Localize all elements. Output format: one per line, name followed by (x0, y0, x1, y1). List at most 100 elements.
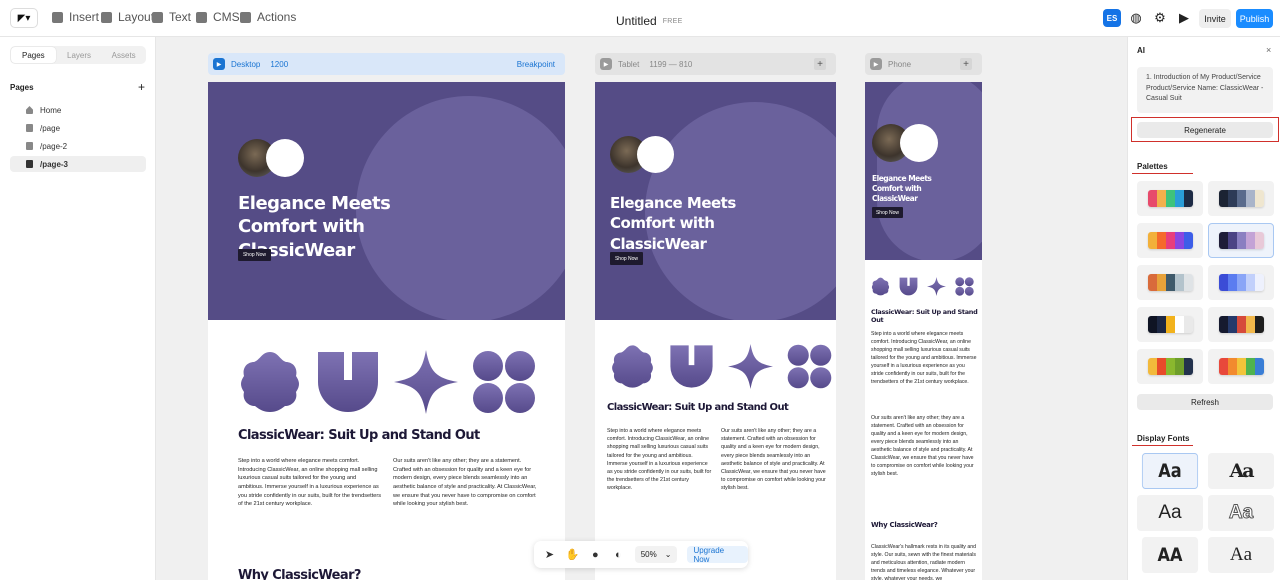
page-item-page[interactable]: /page (10, 120, 146, 136)
tool-label: Layout (118, 10, 155, 24)
hero-logo (872, 124, 938, 162)
intro-paragraph: Step into a world where elegance meets c… (871, 331, 977, 386)
shop-now-button[interactable]: Shop Now (610, 252, 643, 265)
palette-option-8[interactable] (1208, 307, 1274, 342)
tablet-breakpoint-header[interactable]: ▶ Tablet 1199 — 810 + (595, 53, 836, 75)
cms-tool[interactable]: CMS (196, 10, 240, 24)
globe-icon[interactable]: ◍ (1129, 10, 1143, 25)
actions-tool[interactable]: Actions (240, 10, 296, 24)
gear-icon[interactable]: ⚙ (1153, 10, 1167, 25)
color-swatch (1254, 190, 1264, 207)
add-page-button[interactable]: + (138, 80, 145, 94)
file-icon (26, 124, 33, 132)
hand-icon[interactable]: ✋ (566, 548, 580, 561)
breakpoint-name: Phone (888, 59, 912, 69)
tablet-frame[interactable]: Elegance Meets Comfort with ClassicWear … (595, 82, 836, 580)
hero-title: Elegance Meets Comfort with ClassicWear (610, 194, 736, 253)
tab-layers[interactable]: Layers (57, 46, 102, 64)
shape-row (871, 277, 974, 296)
user-avatar[interactable]: ES (1103, 9, 1121, 27)
palette-option-1[interactable] (1137, 181, 1203, 216)
close-icon[interactable]: × (1266, 45, 1271, 55)
breakpoint-button[interactable]: Breakpoint (517, 60, 555, 69)
tool-label: Actions (257, 10, 297, 24)
desktop-frame[interactable]: Elegance Meets Comfort with ClassicWear … (208, 82, 565, 580)
color-swatch (1245, 316, 1255, 333)
cursor-icon[interactable]: ➤ (543, 548, 556, 561)
font-option-4[interactable]: Aa (1208, 495, 1274, 531)
tab-pages[interactable]: Pages (11, 47, 56, 63)
color-swatch (1218, 190, 1228, 207)
design-canvas[interactable]: ▶ Desktop 1200 Breakpoint ▶ Tablet 1199 … (156, 37, 1127, 580)
publish-button[interactable]: Publish (1236, 9, 1273, 28)
text-icon (152, 11, 163, 23)
hero-section[interactable]: Elegance Meets Comfort with ClassicWear … (595, 82, 836, 320)
fonts-heading: Display Fonts (1137, 434, 1190, 443)
left-panel: Pages Layers Assets Pages + Home /page /… (0, 37, 156, 580)
document-title[interactable]: Untitled FREE (616, 14, 683, 28)
palette-option-3[interactable] (1137, 223, 1203, 258)
font-option-1[interactable]: Aa (1141, 453, 1199, 489)
color-swatch (1147, 316, 1157, 333)
framer-menu-button[interactable]: ◤▾ (10, 8, 38, 28)
palette-option-7[interactable] (1137, 307, 1203, 342)
color-swatch (1236, 232, 1246, 249)
palette-option-10[interactable] (1208, 349, 1274, 384)
regenerate-button[interactable]: Regenerate (1137, 122, 1273, 138)
add-breakpoint-button[interactable]: + (960, 58, 972, 70)
color-swatch (1236, 274, 1246, 291)
palette-option-6[interactable] (1208, 265, 1274, 300)
insert-tool[interactable]: Insert (52, 10, 99, 24)
color-swatch (1227, 316, 1237, 333)
font-option-2[interactable]: Aa (1208, 453, 1274, 489)
hero-section[interactable]: Elegance Meets Comfort with ClassicWear … (208, 82, 565, 320)
zoom-select[interactable]: 50% ⌄ (634, 546, 678, 563)
palette-option-4[interactable] (1208, 223, 1274, 258)
color-swatch (1218, 274, 1228, 291)
font-option-3[interactable]: Aa (1137, 495, 1203, 531)
swatch-strip (1147, 190, 1193, 207)
heading-underline (1132, 445, 1193, 446)
page-item-page-2[interactable]: /page-2 (10, 138, 146, 154)
color-swatch (1174, 274, 1184, 291)
page-item-home[interactable]: Home (10, 102, 146, 118)
flower-shape (241, 352, 299, 412)
page-label: /page-2 (40, 141, 68, 151)
desktop-breakpoint-header[interactable]: ▶ Desktop 1200 Breakpoint (208, 53, 565, 75)
play-icon[interactable]: ▶ (1177, 10, 1191, 25)
layout-tool[interactable]: Layout (101, 10, 154, 24)
page-item-page-3[interactable]: /page-3 (10, 156, 146, 172)
tab-assets[interactable]: Assets (101, 46, 146, 64)
play-icon[interactable]: ▶ (870, 58, 882, 70)
text-tool[interactable]: Text (152, 10, 191, 24)
ai-panel: AI × 1. Introduction of My Product/Servi… (1127, 37, 1280, 580)
play-icon[interactable]: ▶ (213, 58, 225, 70)
prompt-text[interactable]: 1. Introduction of My Product/Service Pr… (1137, 67, 1273, 113)
upgrade-button[interactable]: Upgrade Now (687, 546, 748, 564)
font-option-5[interactable]: AA (1141, 537, 1199, 573)
refresh-button[interactable]: Refresh (1137, 394, 1273, 410)
palettes-heading: Palettes (1137, 162, 1168, 171)
shop-now-button[interactable]: Shop Now (238, 249, 271, 261)
phone-breakpoint-header[interactable]: ▶ Phone + (865, 53, 982, 75)
framer-logo-icon: ◤▾ (17, 12, 31, 24)
actions-icon (240, 11, 251, 23)
add-breakpoint-button[interactable]: + (814, 58, 826, 70)
heading-underline (1132, 173, 1193, 174)
shop-now-button[interactable]: Shop Now (872, 207, 903, 218)
color-swatch (1245, 190, 1255, 207)
phone-frame[interactable]: Elegance Meets Comfort with ClassicWear … (865, 82, 982, 580)
palette-option-9[interactable] (1137, 349, 1203, 384)
color-swatch (1218, 232, 1228, 249)
u-shape (670, 345, 713, 388)
font-option-6[interactable]: Aa (1208, 537, 1274, 573)
dark-mode-icon[interactable]: ◐ (612, 548, 625, 561)
comment-icon[interactable]: ● (589, 548, 602, 561)
invite-button[interactable]: Invite (1199, 9, 1231, 28)
hero-section[interactable]: Elegance Meets Comfort with ClassicWear … (865, 82, 982, 260)
play-icon[interactable]: ▶ (600, 58, 612, 70)
palette-option-5[interactable] (1137, 265, 1203, 300)
four-circles-shape (787, 344, 832, 389)
quality-paragraph: Our suits aren't like any other; they ar… (871, 415, 974, 478)
palette-option-2[interactable] (1208, 181, 1274, 216)
